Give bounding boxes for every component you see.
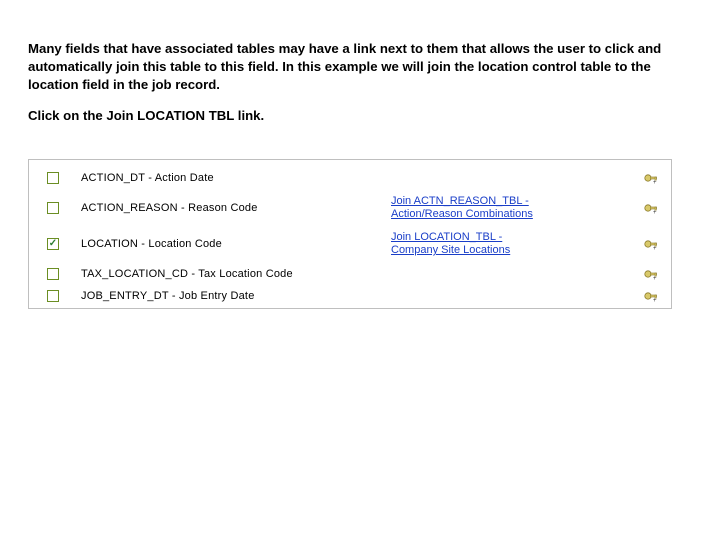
svg-text:+: +	[653, 180, 657, 185]
field-label: LOCATION - Location Code	[77, 238, 387, 250]
join-actn-reason-link[interactable]: Join ACTN_REASON_TBL -	[391, 195, 631, 208]
field-row: TAX_LOCATION_CD - Tax Location Code +	[29, 262, 671, 286]
key-icon[interactable]: +	[643, 267, 659, 281]
key-icon[interactable]: +	[643, 289, 659, 303]
join-location-link-desc[interactable]: Company Site Locations	[391, 244, 631, 257]
field-row: JOB_ENTRY_DT - Job Entry Date +	[29, 286, 671, 306]
checkbox-action-dt[interactable]	[47, 172, 59, 184]
field-label: ACTION_REASON - Reason Code	[77, 202, 387, 214]
field-label: TAX_LOCATION_CD - Tax Location Code	[77, 268, 387, 280]
key-icon[interactable]: +	[643, 171, 659, 185]
svg-text:+: +	[653, 298, 657, 303]
svg-text:+: +	[653, 210, 657, 215]
join-actn-reason-link-desc[interactable]: Action/Reason Combinations	[391, 208, 631, 221]
checkbox-tax-location[interactable]	[47, 268, 59, 280]
checkbox-action-reason[interactable]	[47, 202, 59, 214]
field-row: ✓ LOCATION - Location Code Join LOCATION…	[29, 226, 671, 262]
checkbox-job-entry-dt[interactable]	[47, 290, 59, 302]
join-location-link[interactable]: Join LOCATION_TBL -	[391, 231, 631, 244]
instruction-paragraph-2: Click on the Join LOCATION TBL link.	[28, 107, 668, 125]
fields-panel: ACTION_DT - Action Date + ACTION_REASON …	[28, 159, 672, 309]
svg-text:+: +	[653, 276, 657, 281]
field-row: ACTION_REASON - Reason Code Join ACTN_RE…	[29, 190, 671, 226]
field-row: ACTION_DT - Action Date +	[29, 166, 671, 190]
key-icon[interactable]: +	[643, 237, 659, 251]
field-label: ACTION_DT - Action Date	[77, 172, 387, 184]
checkbox-location[interactable]: ✓	[47, 238, 59, 250]
svg-text:+: +	[653, 246, 657, 251]
instruction-paragraph-1: Many fields that have associated tables …	[28, 40, 668, 93]
key-icon[interactable]: +	[643, 201, 659, 215]
field-label: JOB_ENTRY_DT - Job Entry Date	[77, 290, 387, 302]
